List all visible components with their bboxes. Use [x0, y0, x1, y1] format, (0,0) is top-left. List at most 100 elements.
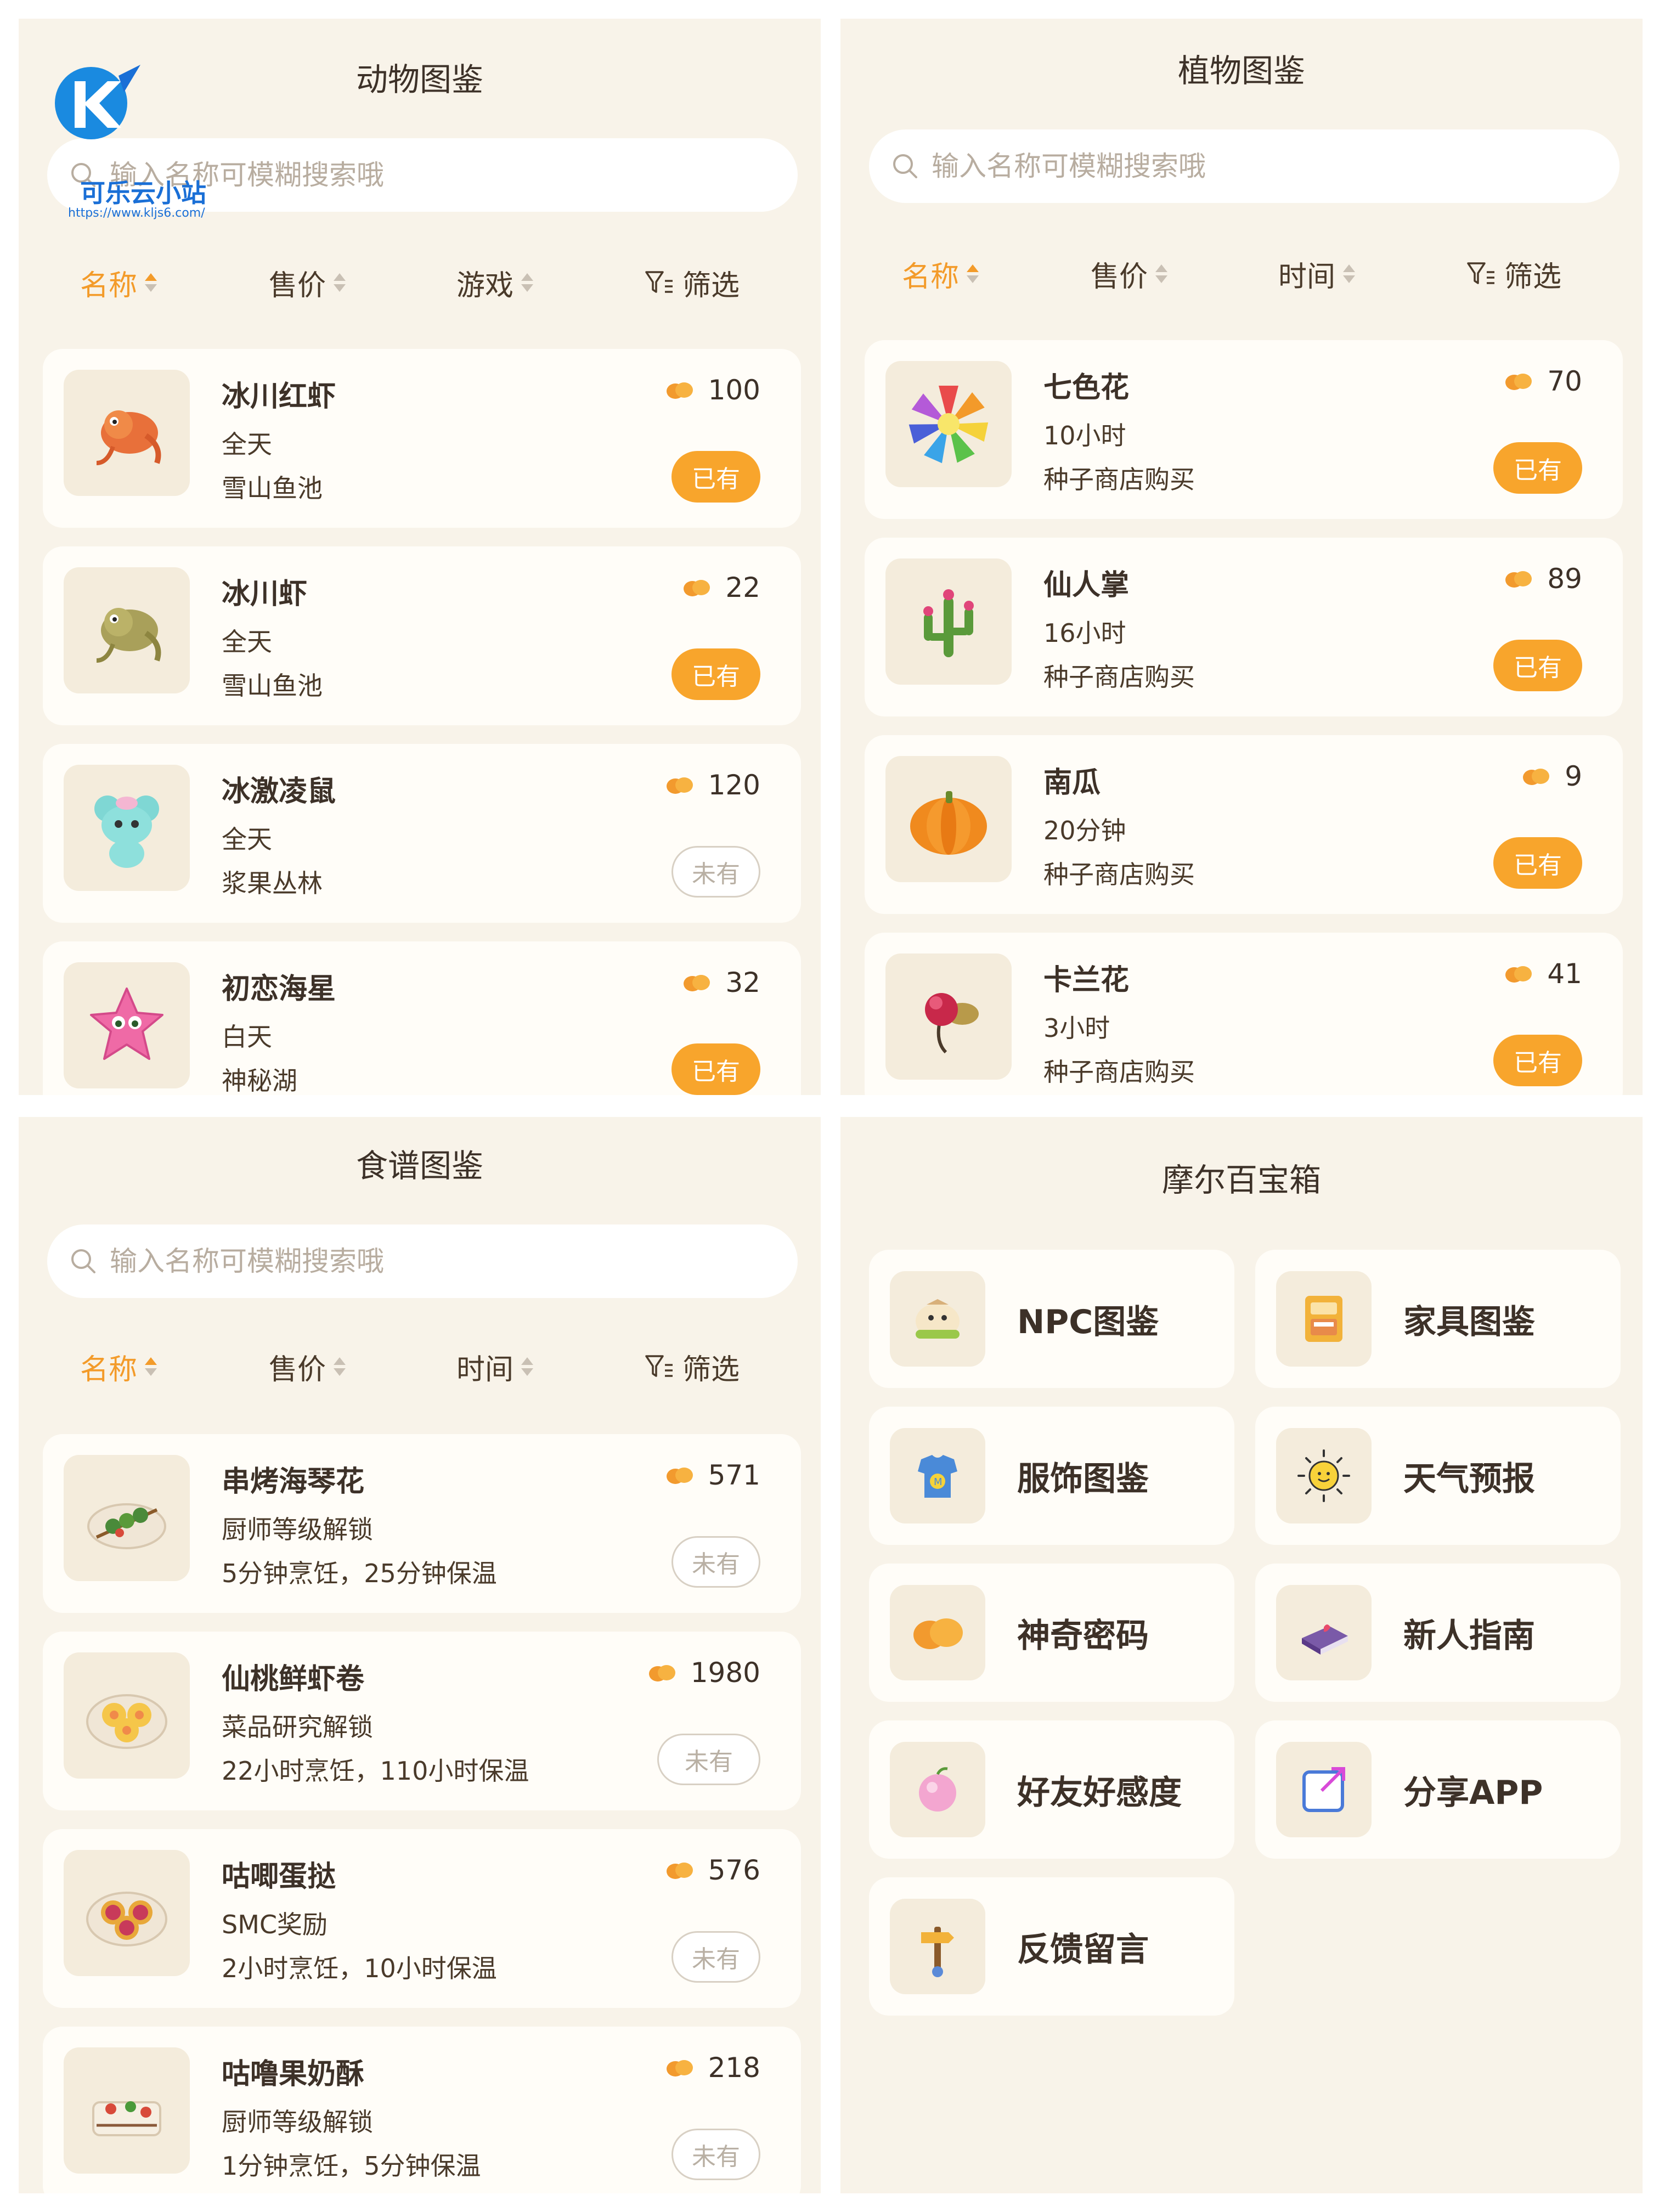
tile-furniture[interactable]: 家具图鉴 [1255, 1250, 1621, 1388]
fruit-pastry-icon [64, 2047, 190, 2174]
tile-label: 家具图鉴 [1403, 1302, 1535, 1341]
item-price: 32 [680, 967, 760, 998]
sort-arrows-icon [334, 1357, 346, 1376]
price-value: 9 [1565, 760, 1582, 792]
sort-bar: 名称 售价 游戏 筛选 [19, 258, 821, 307]
item-price: 120 [663, 769, 760, 801]
not-owned-badge[interactable]: 未有 [672, 1931, 760, 1983]
tile-beginner-guide[interactable]: 新人指南 [1255, 1564, 1621, 1702]
rainbow-flower-icon [885, 361, 1012, 487]
owned-badge[interactable]: 已有 [672, 648, 760, 700]
list-item[interactable]: 七色花 10小时 种子商店购买 70 已有 [865, 340, 1623, 519]
item-source: 种子商店购买 [1043, 860, 1195, 889]
search-bar[interactable] [47, 1224, 798, 1298]
tile-magic-code[interactable]: 神奇密码 [869, 1564, 1234, 1702]
owned-badge[interactable]: 已有 [1493, 442, 1582, 494]
sort-label: 名称 [80, 1353, 138, 1386]
list-item[interactable]: 串烤海琴花 厨师等级解锁 5分钟烹饪，25分钟保温 571 未有 [43, 1434, 801, 1613]
item-grow-time: 3小时 [1043, 1013, 1110, 1043]
search-input[interactable] [109, 1245, 758, 1278]
list-item[interactable]: 冰激凌鼠 全天 浆果丛林 120 未有 [43, 744, 801, 923]
sort-arrows-icon [145, 273, 157, 292]
filter-label: 筛选 [1504, 260, 1562, 294]
sort-arrows-icon [1343, 264, 1356, 283]
item-name: 咕噜果奶酥 [222, 2058, 365, 2091]
search-bar[interactable] [869, 129, 1620, 203]
sort-by-name[interactable]: 名称 [80, 258, 157, 307]
not-owned-badge[interactable]: 未有 [672, 2129, 760, 2180]
item-source: 种子商店购买 [1043, 1057, 1195, 1087]
mole-bean-icon [666, 777, 693, 794]
not-owned-badge[interactable]: 未有 [672, 1536, 760, 1588]
sort-by-name[interactable]: 名称 [902, 249, 979, 298]
tile-share-app[interactable]: 分享APP [1255, 1720, 1621, 1859]
list-item[interactable]: 咕噜果奶酥 厨师等级解锁 1分钟烹饪，5分钟保温 218 未有 [43, 2027, 801, 2193]
clothing-icon: M [890, 1428, 985, 1523]
sort-arrows-icon [334, 273, 346, 292]
skewer-dish-icon [64, 1455, 190, 1581]
item-cook-time: 2小时烹饪，10小时保温 [222, 1954, 497, 1983]
filter-button[interactable]: 筛选 [644, 1342, 740, 1391]
shrimp-green-icon [64, 567, 190, 693]
item-unlock: 厨师等级解锁 [222, 1515, 373, 1544]
tile-npc[interactable]: NPC图鉴 [869, 1250, 1234, 1388]
filter-button[interactable]: 筛选 [1466, 249, 1561, 298]
site-watermark: 可乐云小站 https://www.kljs6.com/ [53, 59, 217, 220]
list-item[interactable]: 冰川红虾 全天 雪山鱼池 100 已有 [43, 349, 801, 528]
sort-bar: 名称 售价 时间 筛选 [840, 249, 1643, 298]
item-name: 七色花 [1043, 371, 1130, 404]
sort-arrows-icon [521, 1357, 534, 1376]
list-item[interactable]: 卡兰花 3小时 种子商店购买 41 已有 [865, 933, 1623, 1095]
npc-icon [890, 1271, 985, 1367]
item-name: 冰川虾 [222, 578, 308, 611]
signpost-icon [890, 1899, 985, 1994]
not-owned-badge[interactable]: 未有 [657, 1734, 760, 1785]
owned-badge[interactable]: 已有 [1493, 640, 1582, 691]
filter-button[interactable]: 筛选 [644, 258, 740, 307]
list-item[interactable]: 仙桃鲜虾卷 菜品研究解锁 22小时烹饪，110小时保温 1980 未有 [43, 1632, 801, 1810]
tile-friend-affinity[interactable]: 好友好感度 [869, 1720, 1234, 1859]
price-value: 70 [1547, 365, 1582, 397]
sort-by-time[interactable]: 时间 [456, 1342, 534, 1391]
owned-badge[interactable]: 已有 [672, 1043, 760, 1095]
tile-label: 分享APP [1403, 1773, 1543, 1812]
sort-by-price[interactable]: 售价 [269, 1342, 346, 1391]
page-title: 植物图鉴 [1177, 52, 1305, 89]
tile-feedback[interactable]: 反馈留言 [869, 1877, 1234, 2016]
item-price: 70 [1502, 365, 1582, 397]
sort-label: 游戏 [456, 269, 514, 302]
list-item[interactable]: 南瓜 20分钟 种子商店购买 9 已有 [865, 735, 1623, 914]
furniture-icon [1276, 1271, 1372, 1367]
price-value: 120 [708, 769, 760, 801]
kalan-flower-icon [885, 953, 1012, 1080]
sort-by-time[interactable]: 时间 [1278, 249, 1356, 298]
search-input[interactable] [930, 150, 1580, 183]
pumpkin-icon [885, 756, 1012, 882]
list-item[interactable]: 冰川虾 全天 雪山鱼池 22 已有 [43, 546, 801, 725]
tile-weather[interactable]: 天气预报 [1255, 1407, 1621, 1545]
sort-by-name[interactable]: 名称 [80, 1342, 157, 1391]
item-time: 白天 [222, 1022, 272, 1052]
not-owned-badge[interactable]: 未有 [672, 846, 760, 898]
sort-by-game[interactable]: 游戏 [456, 258, 534, 307]
owned-badge[interactable]: 已有 [672, 451, 760, 503]
tile-clothing[interactable]: M 服饰图鉴 [869, 1407, 1234, 1545]
tile-label: 好友好感度 [1017, 1773, 1182, 1812]
shrimp-roll-icon [64, 1652, 190, 1779]
mole-bean-icon [1505, 966, 1532, 983]
tile-label: NPC图鉴 [1017, 1302, 1159, 1341]
owned-badge[interactable]: 已有 [1493, 837, 1582, 889]
owned-badge[interactable]: 已有 [1493, 1035, 1582, 1086]
list-item[interactable]: 咕唧蛋挞 SMC奖励 2小时烹饪，10小时保温 576 未有 [43, 1829, 801, 2008]
ice-cream-mouse-icon [64, 765, 190, 891]
item-price: 218 [663, 2052, 760, 2084]
share-icon [1276, 1742, 1372, 1837]
list-item[interactable]: 仙人掌 16小时 种子商店购买 89 已有 [865, 538, 1623, 716]
sort-by-price[interactable]: 售价 [1091, 249, 1168, 298]
item-location: 神秘湖 [222, 1066, 297, 1095]
list-item[interactable]: 初恋海星 白天 神秘湖 32 已有 [43, 941, 801, 1095]
item-price: 100 [663, 374, 760, 406]
sort-by-price[interactable]: 售价 [269, 258, 346, 307]
price-value: 89 [1547, 563, 1582, 595]
price-value: 41 [1547, 958, 1582, 990]
